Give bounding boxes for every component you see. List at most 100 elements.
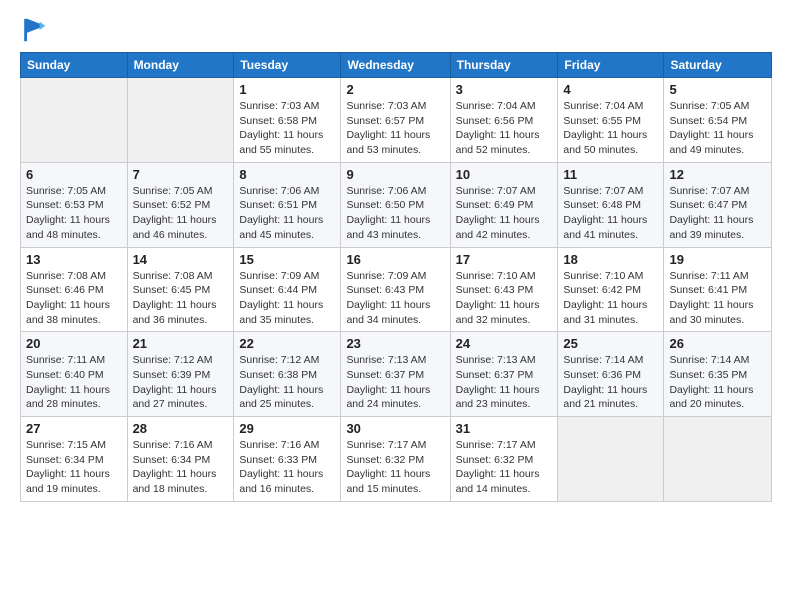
- col-header-saturday: Saturday: [664, 53, 772, 78]
- day-number: 10: [456, 167, 553, 182]
- day-number: 15: [239, 252, 335, 267]
- day-info: Sunrise: 7:09 AMSunset: 6:44 PMDaylight:…: [239, 269, 335, 328]
- col-header-friday: Friday: [558, 53, 664, 78]
- logo-icon: [20, 16, 48, 44]
- day-info: Sunrise: 7:03 AMSunset: 6:57 PMDaylight:…: [346, 99, 444, 158]
- calendar-cell: 19 Sunrise: 7:11 AMSunset: 6:41 PMDayligh…: [664, 247, 772, 332]
- calendar-cell: 3Sunrise: 7:04 AMSunset: 6:56 PMDaylight…: [450, 78, 558, 163]
- calendar-cell: 5Sunrise: 7:05 AMSunset: 6:54 PMDaylight…: [664, 78, 772, 163]
- calendar-cell: 27Sunrise: 7:15 AMSunset: 6:34 PMDayligh…: [21, 417, 128, 502]
- calendar-cell: [127, 78, 234, 163]
- calendar-cell: 20 Sunrise: 7:11 AMSunset: 6:40 PMDayligh…: [21, 332, 128, 417]
- calendar-cell: [558, 417, 664, 502]
- day-info: Sunrise: 7:06 AMSunset: 6:50 PMDaylight:…: [346, 184, 444, 243]
- day-number: 25: [563, 336, 658, 351]
- day-info: Sunrise: 7:04 AMSunset: 6:55 PMDaylight:…: [563, 99, 658, 158]
- day-info: Sunrise: 7:07 AMSunset: 6:48 PMDaylight:…: [563, 184, 658, 243]
- calendar-cell: 10 Sunrise: 7:07 AMSunset: 6:49 PMDayligh…: [450, 162, 558, 247]
- day-info: Sunrise: 7:11 AMSunset: 6:40 PMDaylight:…: [26, 353, 122, 412]
- day-info: Sunrise: 7:17 AMSunset: 6:32 PMDaylight:…: [346, 438, 444, 497]
- calendar-header-row: SundayMondayTuesdayWednesdayThursdayFrid…: [21, 53, 772, 78]
- day-number: 13: [26, 252, 122, 267]
- day-number: 24: [456, 336, 553, 351]
- day-number: 27: [26, 421, 122, 436]
- day-info: Sunrise: 7:17 AMSunset: 6:32 PMDaylight:…: [456, 438, 553, 497]
- col-header-wednesday: Wednesday: [341, 53, 450, 78]
- calendar-week-row: 6 Sunrise: 7:05 AMSunset: 6:53 PMDaylight…: [21, 162, 772, 247]
- calendar-cell: 13 Sunrise: 7:08 AMSunset: 6:46 PMDayligh…: [21, 247, 128, 332]
- logo: [20, 16, 52, 44]
- day-number: 2: [346, 82, 444, 97]
- day-number: 8: [239, 167, 335, 182]
- calendar-cell: 12 Sunrise: 7:07 AMSunset: 6:47 PMDayligh…: [664, 162, 772, 247]
- calendar-cell: 4Sunrise: 7:04 AMSunset: 6:55 PMDaylight…: [558, 78, 664, 163]
- day-number: 12: [669, 167, 766, 182]
- day-number: 31: [456, 421, 553, 436]
- calendar-cell: 26 Sunrise: 7:14 AMSunset: 6:35 PMDayligh…: [664, 332, 772, 417]
- day-info: Sunrise: 7:14 AMSunset: 6:35 PMDaylight:…: [669, 353, 766, 412]
- calendar-cell: 24 Sunrise: 7:13 AMSunset: 6:37 PMDayligh…: [450, 332, 558, 417]
- day-info: Sunrise: 7:03 AMSunset: 6:58 PMDaylight:…: [239, 99, 335, 158]
- day-number: 20: [26, 336, 122, 351]
- calendar-cell: 31 Sunrise: 7:17 AMSunset: 6:32 PMDayligh…: [450, 417, 558, 502]
- calendar-cell: 29Sunrise: 7:16 AMSunset: 6:33 PMDayligh…: [234, 417, 341, 502]
- calendar-cell: 14Sunrise: 7:08 AMSunset: 6:45 PMDayligh…: [127, 247, 234, 332]
- calendar-cell: 17 Sunrise: 7:10 AMSunset: 6:43 PMDayligh…: [450, 247, 558, 332]
- day-number: 14: [133, 252, 229, 267]
- col-header-thursday: Thursday: [450, 53, 558, 78]
- calendar-cell: 1Sunrise: 7:03 AMSunset: 6:58 PMDaylight…: [234, 78, 341, 163]
- day-number: 6: [26, 167, 122, 182]
- day-number: 30: [346, 421, 444, 436]
- day-number: 18: [563, 252, 658, 267]
- day-number: 16: [346, 252, 444, 267]
- day-number: 11: [563, 167, 658, 182]
- day-info: Sunrise: 7:08 AMSunset: 6:46 PMDaylight:…: [26, 269, 122, 328]
- calendar-week-row: 13 Sunrise: 7:08 AMSunset: 6:46 PMDayligh…: [21, 247, 772, 332]
- calendar-table: SundayMondayTuesdayWednesdayThursdayFrid…: [20, 52, 772, 502]
- day-number: 5: [669, 82, 766, 97]
- calendar-cell: 8Sunrise: 7:06 AMSunset: 6:51 PMDaylight…: [234, 162, 341, 247]
- day-info: Sunrise: 7:07 AMSunset: 6:47 PMDaylight:…: [669, 184, 766, 243]
- calendar-cell: 16Sunrise: 7:09 AMSunset: 6:43 PMDayligh…: [341, 247, 450, 332]
- day-number: 22: [239, 336, 335, 351]
- day-info: Sunrise: 7:11 AMSunset: 6:41 PMDaylight:…: [669, 269, 766, 328]
- calendar-cell: 21 Sunrise: 7:12 AMSunset: 6:39 PMDayligh…: [127, 332, 234, 417]
- day-info: Sunrise: 7:14 AMSunset: 6:36 PMDaylight:…: [563, 353, 658, 412]
- day-info: Sunrise: 7:10 AMSunset: 6:43 PMDaylight:…: [456, 269, 553, 328]
- day-number: 21: [133, 336, 229, 351]
- calendar-cell: [21, 78, 128, 163]
- calendar-cell: [664, 417, 772, 502]
- header: [20, 16, 772, 44]
- day-number: 17: [456, 252, 553, 267]
- day-info: Sunrise: 7:05 AMSunset: 6:52 PMDaylight:…: [133, 184, 229, 243]
- page: SundayMondayTuesdayWednesdayThursdayFrid…: [0, 0, 792, 612]
- col-header-monday: Monday: [127, 53, 234, 78]
- day-info: Sunrise: 7:16 AMSunset: 6:33 PMDaylight:…: [239, 438, 335, 497]
- calendar-cell: 15 Sunrise: 7:09 AMSunset: 6:44 PMDayligh…: [234, 247, 341, 332]
- day-info: Sunrise: 7:05 AMSunset: 6:53 PMDaylight:…: [26, 184, 122, 243]
- day-number: 7: [133, 167, 229, 182]
- calendar-cell: 18 Sunrise: 7:10 AMSunset: 6:42 PMDayligh…: [558, 247, 664, 332]
- calendar-cell: 6 Sunrise: 7:05 AMSunset: 6:53 PMDaylight…: [21, 162, 128, 247]
- calendar-cell: 22 Sunrise: 7:12 AMSunset: 6:38 PMDayligh…: [234, 332, 341, 417]
- day-info: Sunrise: 7:12 AMSunset: 6:38 PMDaylight:…: [239, 353, 335, 412]
- day-number: 28: [133, 421, 229, 436]
- day-info: Sunrise: 7:13 AMSunset: 6:37 PMDaylight:…: [456, 353, 553, 412]
- day-number: 23: [346, 336, 444, 351]
- calendar-cell: 23Sunrise: 7:13 AMSunset: 6:37 PMDayligh…: [341, 332, 450, 417]
- calendar-cell: 2 Sunrise: 7:03 AMSunset: 6:57 PMDaylight…: [341, 78, 450, 163]
- calendar-cell: 9 Sunrise: 7:06 AMSunset: 6:50 PMDaylight…: [341, 162, 450, 247]
- day-number: 19: [669, 252, 766, 267]
- day-info: Sunrise: 7:07 AMSunset: 6:49 PMDaylight:…: [456, 184, 553, 243]
- calendar-cell: 30 Sunrise: 7:17 AMSunset: 6:32 PMDayligh…: [341, 417, 450, 502]
- day-info: Sunrise: 7:12 AMSunset: 6:39 PMDaylight:…: [133, 353, 229, 412]
- calendar-cell: 28Sunrise: 7:16 AMSunset: 6:34 PMDayligh…: [127, 417, 234, 502]
- day-number: 3: [456, 82, 553, 97]
- col-header-sunday: Sunday: [21, 53, 128, 78]
- day-number: 9: [346, 167, 444, 182]
- day-number: 26: [669, 336, 766, 351]
- calendar-week-row: 27Sunrise: 7:15 AMSunset: 6:34 PMDayligh…: [21, 417, 772, 502]
- day-info: Sunrise: 7:10 AMSunset: 6:42 PMDaylight:…: [563, 269, 658, 328]
- calendar-cell: 11 Sunrise: 7:07 AMSunset: 6:48 PMDayligh…: [558, 162, 664, 247]
- calendar-cell: 7 Sunrise: 7:05 AMSunset: 6:52 PMDaylight…: [127, 162, 234, 247]
